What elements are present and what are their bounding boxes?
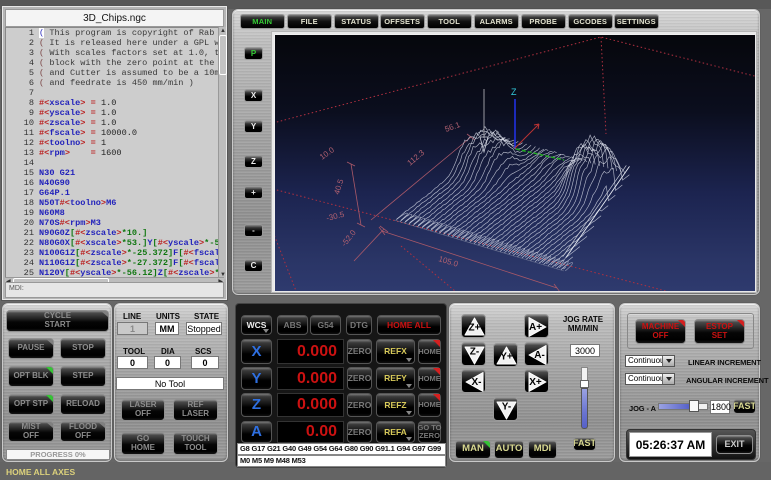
svg-text:A-: A-	[534, 350, 545, 361]
svg-text:Z+: Z+	[469, 323, 481, 334]
svg-text:10.0: 10.0	[318, 145, 336, 162]
svg-text:A+: A+	[529, 322, 542, 333]
svg-text:Y-: Y-	[502, 402, 511, 413]
svg-text:56.1: 56.1	[444, 120, 462, 134]
svg-text:Z-: Z-	[470, 347, 479, 358]
svg-text:112.3: 112.3	[406, 148, 427, 168]
svg-text:105.0: 105.0	[437, 254, 459, 269]
svg-text:Z: Z	[511, 87, 517, 97]
svg-text:X+: X+	[529, 377, 542, 388]
svg-text:-30.5: -30.5	[325, 210, 345, 223]
svg-text:40.5: 40.5	[332, 178, 345, 196]
svg-text:-52.0: -52.0	[339, 228, 358, 248]
svg-text:Y+: Y+	[500, 352, 513, 363]
svg-text:X-: X-	[472, 377, 482, 388]
